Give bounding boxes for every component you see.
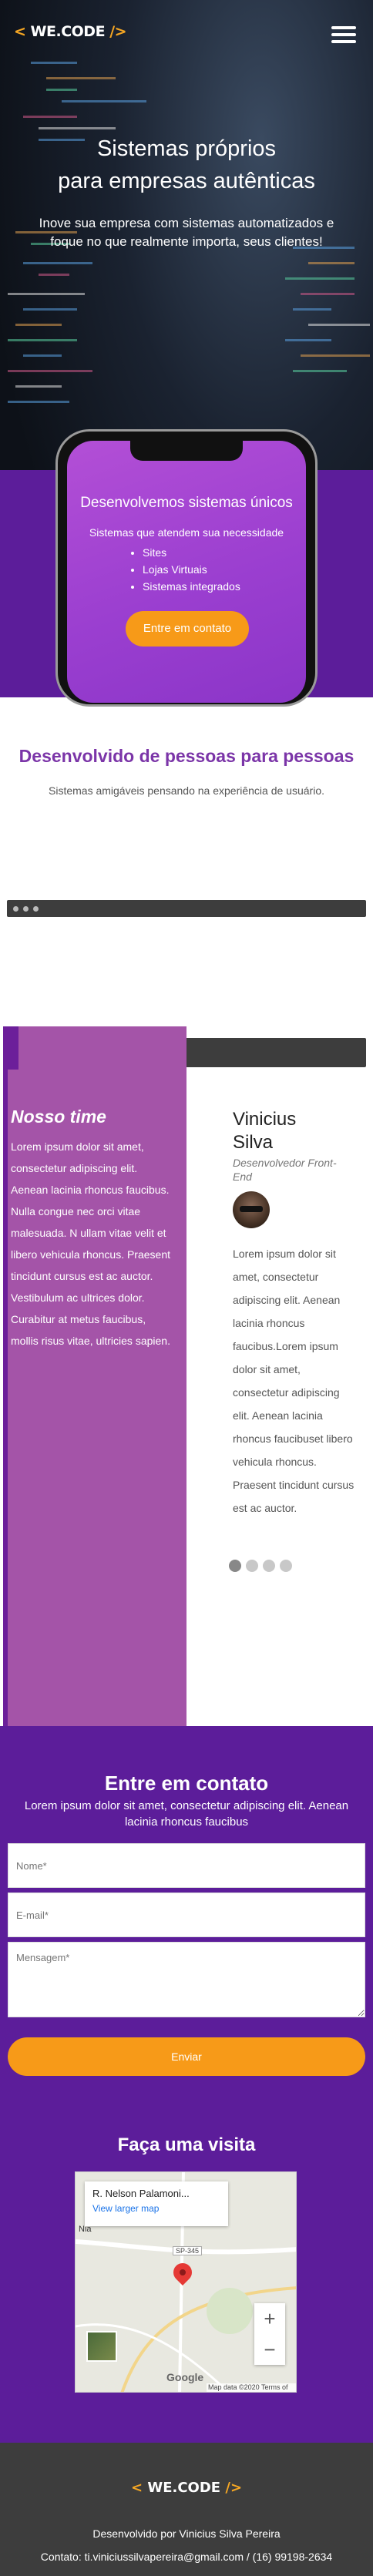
phone-service-list: Sites Lojas Virtuais Sistemas integrados [129,544,240,595]
logo-bracket-open: < [14,23,26,40]
send-button[interactable]: Enviar [8,2037,365,2076]
logo-bracket-close: /> [109,23,127,40]
hero-subtitle: Inove sua empresa com sistemas automatiz… [39,216,334,249]
view-larger-map-link[interactable]: View larger map [92,2203,220,2214]
team-panel-accent [3,1026,18,1070]
hero-title-line1: Sistemas próprios [96,136,277,161]
phone-title: Desenvolvemos sistemas únicos [80,495,293,511]
hero-title-line2: para empresas autênticas [58,169,315,193]
map-place-name: R. Nelson Palamoni... [92,2188,190,2199]
menu-line [331,33,356,36]
contact-title: Entre em contato [104,1772,269,1795]
carousel-dot[interactable] [263,1560,275,1572]
carousel-dot[interactable] [246,1560,258,1572]
phone-notch [130,441,243,461]
member-name: Vinicius Silva [233,1108,296,1154]
team-title: Nosso time [11,1107,106,1127]
zoom-in-button[interactable]: + [254,2303,285,2334]
carousel-dot[interactable] [229,1560,241,1572]
member-first-name: Vinicius [233,1109,297,1130]
satellite-toggle[interactable] [86,2331,117,2362]
map-attribution[interactable]: Map data ©2020 Terms of Use [207,2383,296,2392]
name-field[interactable] [8,1843,365,1888]
map-road-label: SP-345 [173,2246,203,2255]
phone-screen: Desenvolvemos sistemas únicos Sistemas q… [67,441,306,703]
logo-bracket-open: < [130,2480,143,2496]
message-field[interactable] [8,1942,365,2017]
section-people-subtitle: Sistemas amigáveis pensando na experiênc… [49,784,324,797]
avatar [233,1191,270,1228]
visit-title: Faça uma visita [117,2134,256,2155]
avatar-glasses [240,1206,263,1212]
member-bio: Lorem ipsum dolor sit amet, consectetur … [233,1248,355,1514]
contact-subtitle: Lorem ipsum dolor sit amet, consectetur … [24,1799,349,1829]
footer-contact: Contato: ti.viniciussilvapereira@gmail.c… [40,2551,333,2563]
zoom-out-button[interactable]: − [254,2334,285,2365]
email-field[interactable] [8,1893,365,1937]
hamburger-icon[interactable] [331,26,356,45]
phone-mockup: Desenvolvemos sistemas únicos Sistemas q… [55,429,318,707]
footer-developed-by: Desenvolvido por Vinicius Silva Pereira [92,2527,281,2540]
member-last-name: Silva [233,1132,274,1153]
service-item: Sites [143,544,240,561]
carousel-dot[interactable] [280,1560,292,1572]
section-people-title: Desenvolvido de pessoas para pessoas [18,746,355,766]
map-info-card: R. Nelson Palamoni... View larger map [85,2181,228,2226]
footer-logo[interactable]: < WE.CODE /> [0,2480,373,2496]
map-zoom-control: + − [254,2303,285,2365]
service-item: Lojas Virtuais [143,561,240,578]
member-role: Desenvolvedor Front-End [233,1157,337,1183]
hero-title: Sistemas próprios para empresas autêntic… [0,133,373,197]
header-logo[interactable]: < WE.CODE /> [14,23,127,40]
phone-subtitle: Sistemas que atendem sua necessidade [89,526,284,539]
menu-line [331,26,356,29]
contact-cta-button[interactable]: Entre em contato [126,611,249,647]
carousel-dots [229,1560,297,1576]
google-logo: Google [166,2371,204,2383]
logo-bracket-close: /> [225,2480,243,2496]
browser-dot [33,906,39,912]
browser-dot [23,906,29,912]
menu-line [331,40,356,43]
browser-dot [13,906,18,912]
location-map[interactable]: Nia R. Nelson Palamoni... View larger ma… [75,2171,297,2393]
service-item: Sistemas integrados [143,578,240,595]
logo-text: WE.CODE [147,2480,221,2496]
logo-text: WE.CODE [30,23,106,40]
team-panel [3,1026,186,1726]
browser-bar [7,900,366,917]
team-description: Lorem ipsum dolor sit amet, consectetur … [11,1140,171,1347]
